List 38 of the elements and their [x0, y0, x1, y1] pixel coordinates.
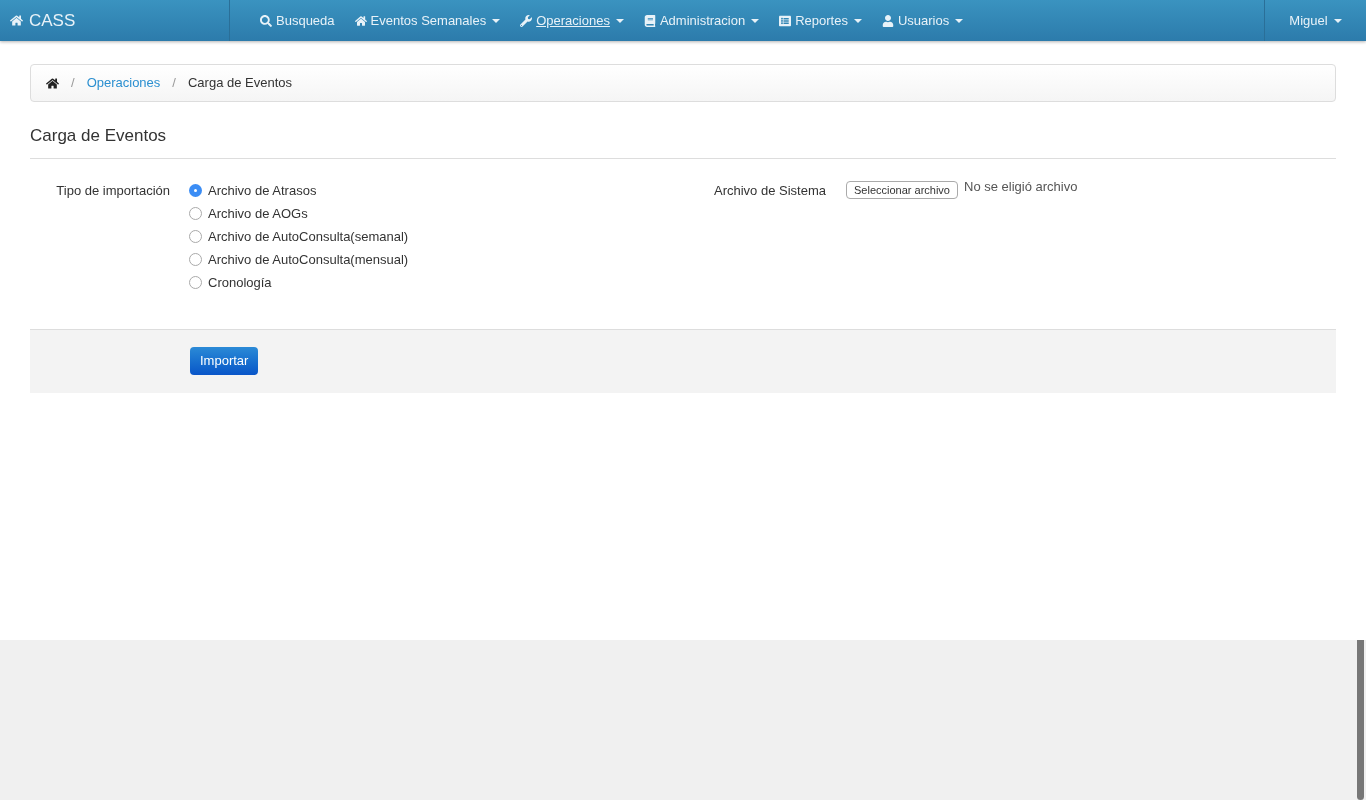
caret-icon — [1333, 18, 1342, 23]
home-icon — [10, 14, 23, 27]
nav-menu-item[interactable]: Eventos Semanales — [354, 10, 501, 31]
radio-button[interactable] — [189, 230, 202, 243]
user-menu[interactable]: Miguel — [1289, 10, 1342, 31]
radio-option[interactable]: Archivo de AutoConsulta(semanal) — [189, 228, 409, 245]
radio-option[interactable]: Archivo de Atrasos — [189, 182, 317, 199]
breadcrumb-separator: / — [71, 74, 75, 93]
nav-menu-item[interactable]: Busqueda — [260, 10, 335, 31]
nav-menu-item[interactable]: Reportes — [779, 10, 862, 31]
field-label: Archivo de Sistema — [713, 182, 826, 200]
user-icon — [881, 14, 894, 27]
nav-menu-item[interactable]: Usuarios — [881, 10, 964, 31]
field-label: Tipo de importación — [55, 182, 170, 200]
radio-button[interactable] — [189, 184, 202, 197]
nav-menu-item[interactable]: Operaciones — [520, 10, 624, 31]
brand-link[interactable]: CASS — [10, 7, 76, 34]
radio-option[interactable]: Archivo de AutoConsulta(mensual) — [189, 251, 409, 268]
radio-button[interactable] — [189, 207, 202, 220]
search-icon — [260, 14, 272, 27]
home-icon[interactable] — [46, 76, 59, 90]
file-status: No se eligió archivo — [964, 177, 1078, 196]
choose-file-button[interactable]: Seleccionar archivo — [846, 180, 958, 199]
book-icon — [643, 14, 656, 27]
radio-button[interactable] — [189, 253, 202, 266]
breadcrumb-separator: / — [172, 74, 176, 93]
home-icon — [354, 14, 367, 27]
nav-menu-item[interactable]: Administracion — [643, 10, 760, 31]
page-title: Carga de Eventos — [30, 123, 1336, 159]
list-icon — [779, 14, 792, 27]
radio-button[interactable] — [189, 276, 202, 289]
scrollbar-thumb[interactable] — [1357, 640, 1364, 800]
radio-option[interactable]: Archivo de AOGs — [189, 205, 308, 222]
radio-option[interactable]: Cronología — [189, 274, 272, 291]
wrench-icon — [520, 14, 533, 27]
import-button[interactable]: Importar — [190, 347, 259, 375]
breadcrumb-current: Carga de Eventos — [187, 74, 293, 93]
breadcrumb-link[interactable]: Operaciones — [86, 73, 161, 93]
